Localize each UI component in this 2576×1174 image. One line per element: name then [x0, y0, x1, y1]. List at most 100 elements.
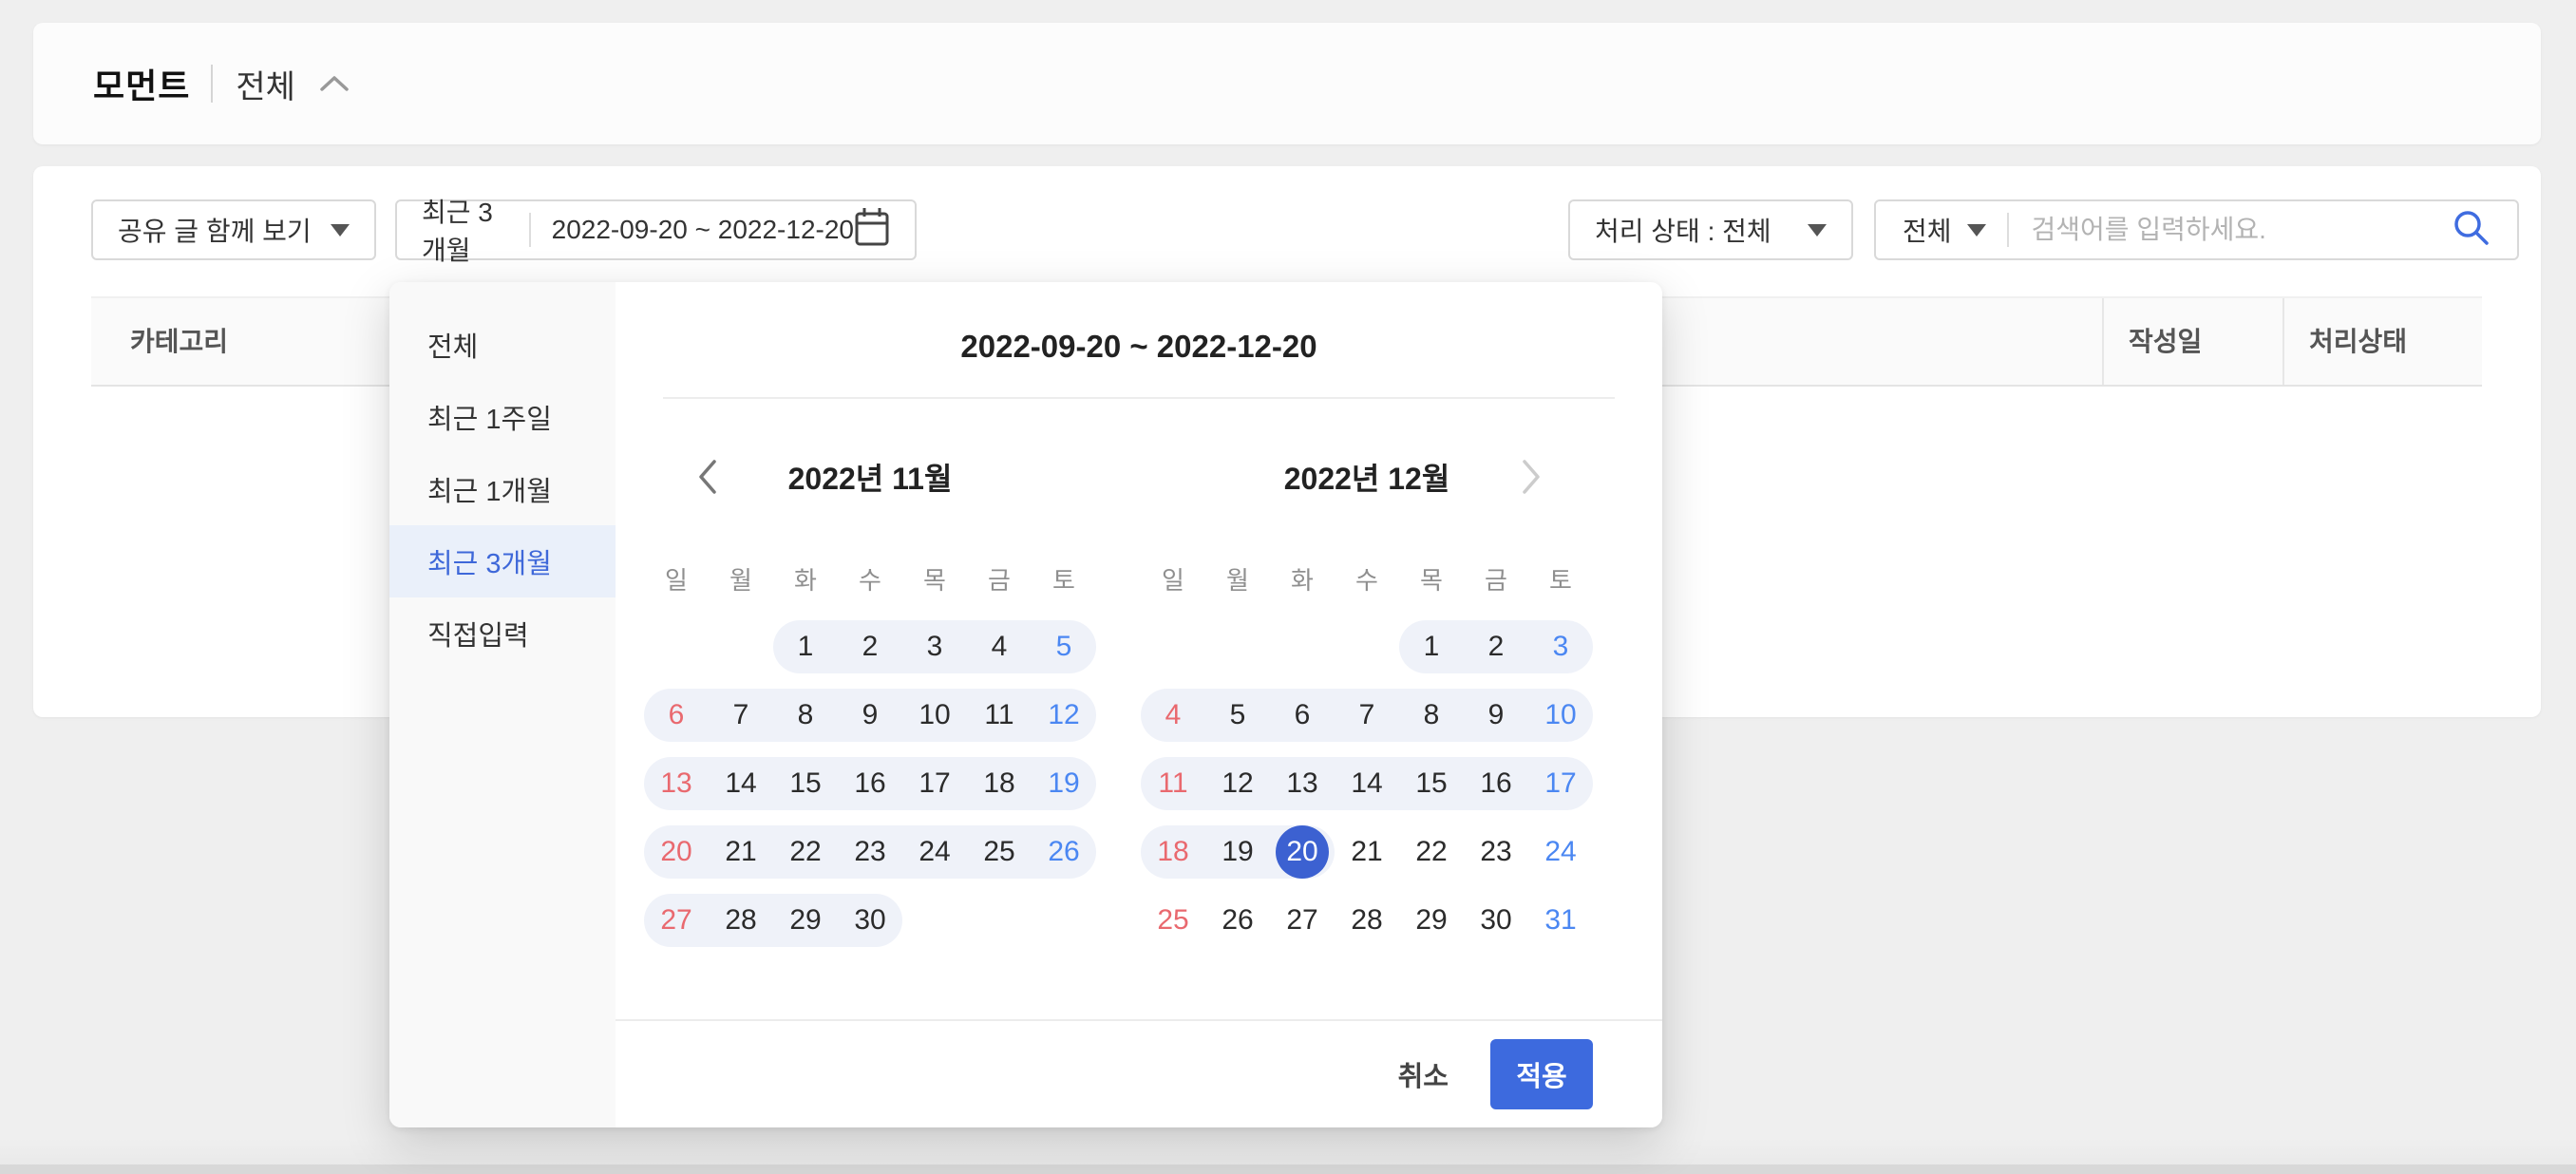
day-cell[interactable]: 19 — [1205, 818, 1270, 886]
month-title: 2022년 12월 — [1141, 434, 1593, 520]
day-cell[interactable]: 27 — [644, 886, 709, 955]
date-preset-sidebar: 전체최근 1주일최근 1개월최근 3개월직접입력 — [389, 282, 616, 1127]
day-cell[interactable]: 13 — [1270, 749, 1335, 818]
weekday-label: 목 — [902, 544, 967, 613]
preset-item[interactable]: 최근 1주일 — [389, 381, 616, 453]
day-cell[interactable]: 18 — [1141, 818, 1205, 886]
day-cell[interactable]: 28 — [709, 886, 773, 955]
empty-day-cell — [709, 613, 773, 681]
day-cell[interactable]: 27 — [1270, 886, 1335, 955]
day-cell[interactable]: 2 — [838, 613, 902, 681]
day-cell[interactable]: 30 — [838, 886, 902, 955]
day-cell[interactable]: 4 — [967, 613, 1032, 681]
share-view-dropdown[interactable]: 공유 글 함께 보기 — [91, 199, 376, 260]
day-cell[interactable]: 17 — [902, 749, 967, 818]
day-cell[interactable]: 9 — [1464, 681, 1528, 749]
calendar-icon[interactable] — [854, 206, 890, 255]
day-cell[interactable]: 29 — [773, 886, 838, 955]
month-title: 2022년 11월 — [644, 434, 1096, 520]
page-header: 모먼트 전체 — [33, 23, 2541, 144]
control-divider — [2007, 213, 2009, 247]
day-cell[interactable]: 22 — [773, 818, 838, 886]
day-cell[interactable]: 1 — [1399, 613, 1464, 681]
day-cell[interactable]: 5 — [1032, 613, 1096, 681]
day-cell[interactable]: 23 — [838, 818, 902, 886]
day-cell[interactable]: 8 — [1399, 681, 1464, 749]
day-cell[interactable]: 30 — [1464, 886, 1528, 955]
preset-item[interactable]: 전체 — [389, 309, 616, 381]
day-cell[interactable]: 12 — [1205, 749, 1270, 818]
day-cell[interactable]: 25 — [967, 818, 1032, 886]
weekday-label: 토 — [1528, 544, 1593, 613]
empty-day-cell — [644, 613, 709, 681]
weekday-label: 목 — [1399, 544, 1464, 613]
day-cell[interactable]: 11 — [1141, 749, 1205, 818]
day-cell[interactable]: 13 — [644, 749, 709, 818]
day-cell[interactable]: 9 — [838, 681, 902, 749]
day-cell[interactable]: 2 — [1464, 613, 1528, 681]
day-cell[interactable]: 7 — [709, 681, 773, 749]
apply-button[interactable]: 적용 — [1490, 1039, 1593, 1109]
day-cell[interactable]: 11 — [967, 681, 1032, 749]
day-cell[interactable]: 17 — [1528, 749, 1593, 818]
title-divider — [663, 397, 1615, 399]
day-cell[interactable]: 22 — [1399, 818, 1464, 886]
day-cell[interactable]: 4 — [1141, 681, 1205, 749]
day-cell[interactable]: 8 — [773, 681, 838, 749]
search-input[interactable] — [2032, 215, 2451, 245]
day-cell[interactable]: 3 — [902, 613, 967, 681]
caret-down-icon — [331, 224, 350, 237]
empty-day-cell — [967, 886, 1032, 955]
day-cell[interactable]: 3 — [1528, 613, 1593, 681]
selected-day[interactable]: 20 — [1270, 818, 1335, 886]
day-cell[interactable]: 14 — [1335, 749, 1399, 818]
day-cell[interactable]: 28 — [1335, 886, 1399, 955]
selected-range-title: 2022-09-20 ~ 2022-12-20 — [616, 324, 1662, 369]
weekday-label: 금 — [967, 544, 1032, 613]
day-cell[interactable]: 21 — [709, 818, 773, 886]
day-cell[interactable]: 16 — [838, 749, 902, 818]
search-scope-dropdown[interactable]: 전체 — [1903, 211, 1952, 249]
day-cell[interactable]: 15 — [773, 749, 838, 818]
day-cell[interactable]: 12 — [1032, 681, 1096, 749]
day-cell[interactable]: 20 — [644, 818, 709, 886]
day-cell[interactable]: 10 — [1528, 681, 1593, 749]
day-cell[interactable]: 23 — [1464, 818, 1528, 886]
day-cell[interactable]: 10 — [902, 681, 967, 749]
caret-down-icon[interactable] — [1967, 224, 1986, 237]
day-cell[interactable]: 24 — [902, 818, 967, 886]
day-cell[interactable]: 31 — [1528, 886, 1593, 955]
preset-item-selected[interactable]: 최근 3개월 — [389, 525, 616, 597]
day-cell[interactable]: 6 — [644, 681, 709, 749]
day-cell[interactable]: 29 — [1399, 886, 1464, 955]
control-divider — [529, 213, 531, 247]
preset-item[interactable]: 최근 1개월 — [389, 453, 616, 525]
day-cell[interactable]: 21 — [1335, 818, 1399, 886]
popup-footer: 취소 적용 — [616, 1019, 1662, 1127]
day-cell[interactable]: 19 — [1032, 749, 1096, 818]
weekday-label: 화 — [1270, 544, 1335, 613]
status-filter-dropdown[interactable]: 처리 상태 : 전체 — [1568, 199, 1853, 260]
day-cell[interactable]: 7 — [1335, 681, 1399, 749]
day-cell[interactable]: 25 — [1141, 886, 1205, 955]
date-range-control[interactable]: 최근 3개월 2022-09-20 ~ 2022-12-20 — [395, 199, 917, 260]
day-cell[interactable]: 16 — [1464, 749, 1528, 818]
day-cell[interactable]: 24 — [1528, 818, 1593, 886]
weekday-label: 일 — [1141, 544, 1205, 613]
search-icon[interactable] — [2451, 207, 2491, 254]
day-cell[interactable]: 1 — [773, 613, 838, 681]
day-cell[interactable]: 18 — [967, 749, 1032, 818]
day-cell[interactable]: 15 — [1399, 749, 1464, 818]
weekday-label: 일 — [644, 544, 709, 613]
calendar-month: 2022년 11월일월화수목금토123456789101112131415161… — [644, 434, 1096, 955]
day-cell[interactable]: 26 — [1205, 886, 1270, 955]
preset-item[interactable]: 직접입력 — [389, 597, 616, 670]
day-cell[interactable]: 26 — [1032, 818, 1096, 886]
day-cell[interactable]: 6 — [1270, 681, 1335, 749]
cancel-button[interactable]: 취소 — [1398, 1054, 1449, 1094]
chevron-up-icon[interactable] — [318, 73, 350, 94]
weekday-row: 일월화수목금토 — [644, 544, 1096, 613]
day-cell[interactable]: 14 — [709, 749, 773, 818]
day-cell[interactable]: 5 — [1205, 681, 1270, 749]
board-scope-label[interactable]: 전체 — [236, 61, 295, 107]
